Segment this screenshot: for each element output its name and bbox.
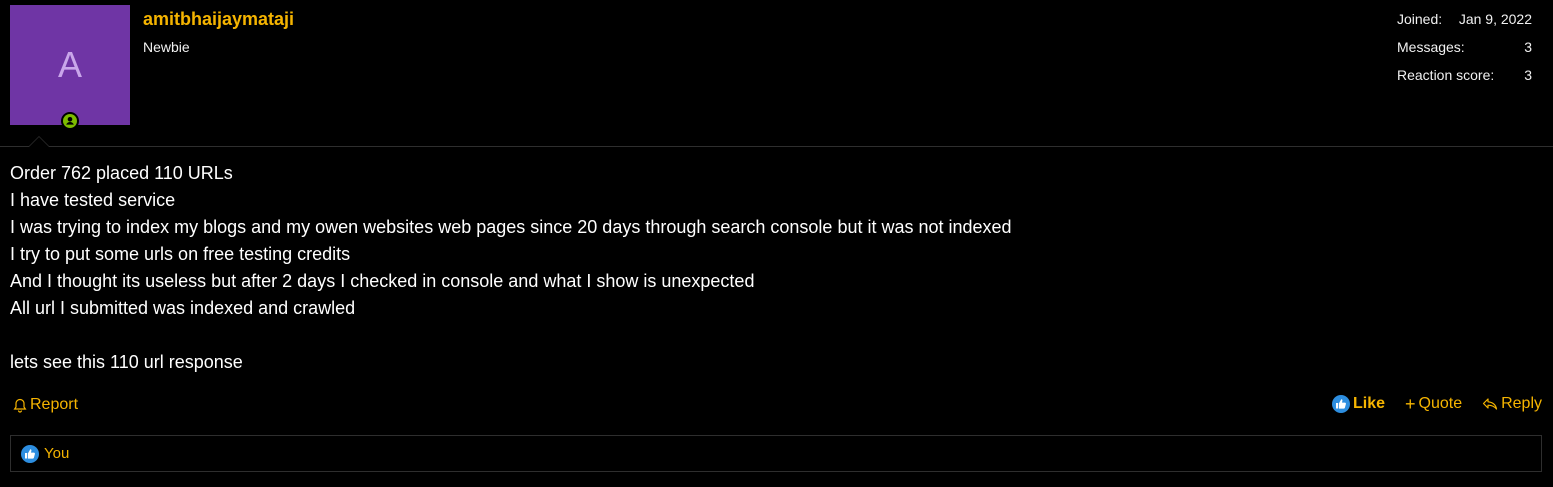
avatar-letter: A bbox=[57, 44, 82, 85]
username-link[interactable]: amitbhaijaymataji bbox=[143, 9, 294, 30]
user-title: Newbie bbox=[143, 39, 190, 55]
reply-label: Reply bbox=[1501, 395, 1542, 412]
message-line: I have tested service bbox=[10, 190, 176, 210]
message-line: Order 762 placed 110 URLs bbox=[10, 163, 233, 183]
bell-icon bbox=[13, 398, 27, 413]
message-line: I was trying to index my blogs and my ow… bbox=[10, 217, 1012, 237]
stat-label: Messages: bbox=[1397, 39, 1465, 55]
divider bbox=[0, 146, 1553, 147]
stat-messages: Messages: 3 bbox=[1397, 39, 1532, 67]
stat-reaction-score: Reaction score: 3 bbox=[1397, 67, 1532, 95]
report-label: Report bbox=[30, 396, 79, 413]
message-line: And I thought its useless but after 2 da… bbox=[10, 271, 755, 291]
avatar[interactable]: A bbox=[10, 5, 130, 125]
message-line: All url I submitted was indexed and craw… bbox=[10, 298, 356, 318]
report-button[interactable]: Report bbox=[13, 396, 78, 414]
like-icon bbox=[21, 444, 39, 463]
reply-icon bbox=[1482, 398, 1498, 410]
user-stats: Joined: Jan 9, 2022 Messages: 3 Reaction… bbox=[1397, 11, 1532, 95]
message-line: lets see this 110 url response bbox=[10, 352, 243, 372]
stat-value: 3 bbox=[1524, 67, 1532, 83]
reactions-text[interactable]: You bbox=[44, 445, 69, 462]
like-label: Like bbox=[1352, 395, 1385, 412]
like-button[interactable]: Like bbox=[1331, 395, 1385, 413]
message-line bbox=[10, 322, 1530, 349]
quote-button[interactable]: + Quote bbox=[1405, 395, 1462, 413]
stat-label: Reaction score: bbox=[1397, 67, 1495, 83]
stat-joined: Joined: Jan 9, 2022 bbox=[1397, 11, 1532, 39]
reply-button[interactable]: Reply bbox=[1482, 395, 1542, 413]
plus-icon: + bbox=[1404, 394, 1416, 414]
stat-value[interactable]: 3 bbox=[1524, 39, 1532, 67]
stat-value: Jan 9, 2022 bbox=[1458, 11, 1532, 27]
message-pointer bbox=[28, 136, 50, 147]
message-line: I try to put some urls on free testing c… bbox=[10, 244, 351, 264]
user-online-icon bbox=[61, 112, 79, 130]
like-icon bbox=[1331, 395, 1350, 413]
stat-label: Joined: bbox=[1397, 11, 1443, 27]
reactions-bar[interactable]: You bbox=[10, 435, 1542, 472]
quote-label: Quote bbox=[1418, 395, 1463, 412]
message-body: Order 762 placed 110 URLs I have tested … bbox=[10, 160, 1530, 376]
